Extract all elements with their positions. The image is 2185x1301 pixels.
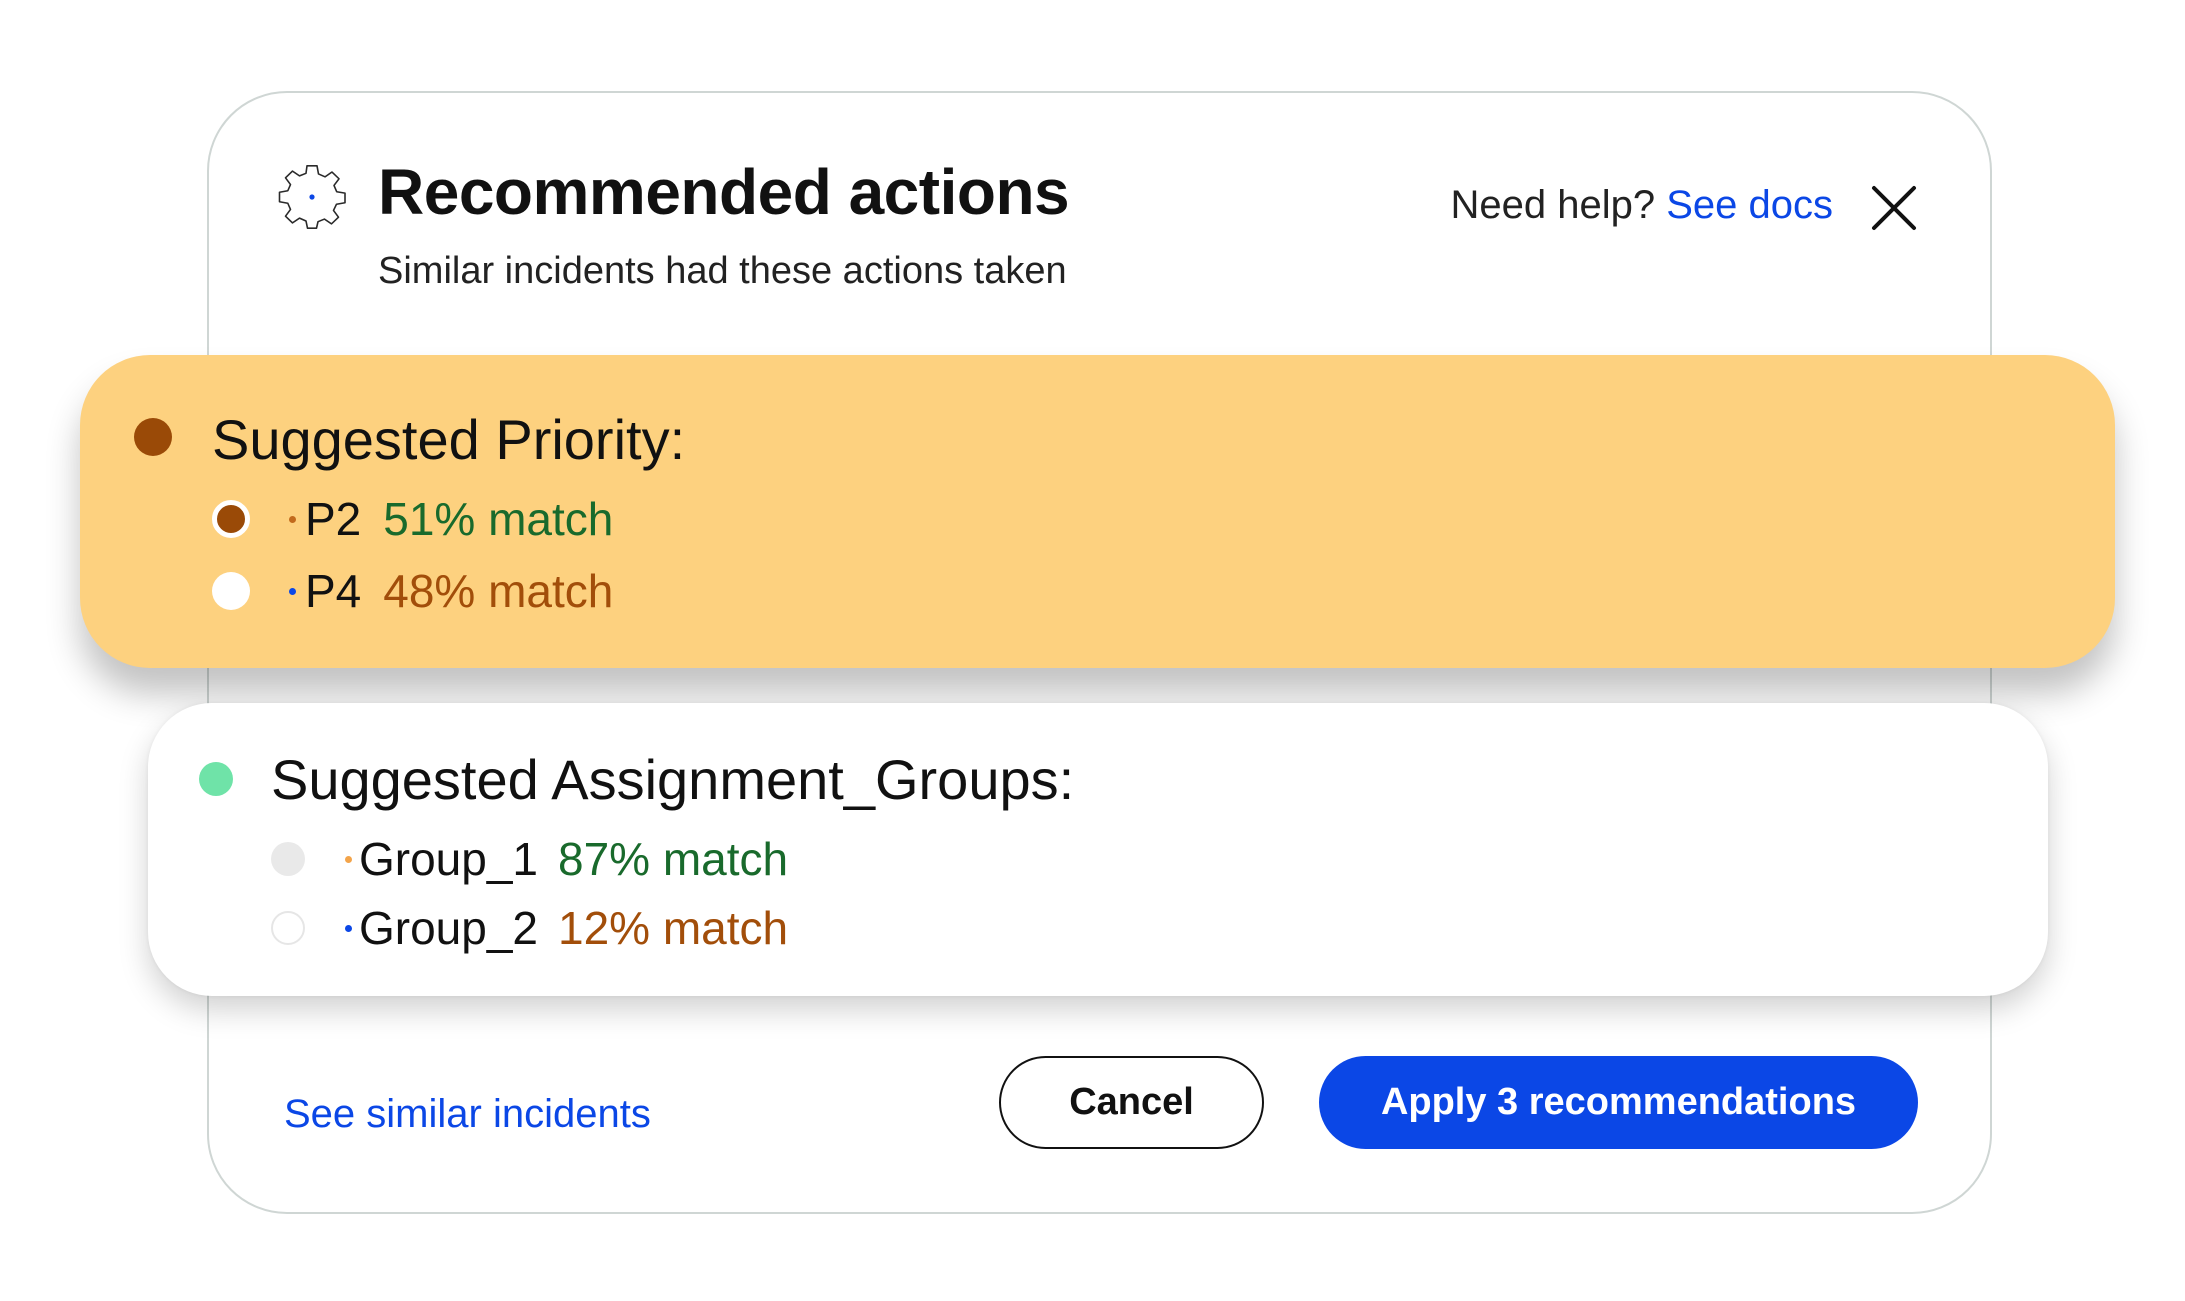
suggested-priority-card: Suggested Priority: P2 51% match P4 48% … (80, 355, 2115, 668)
radio-p4[interactable] (212, 572, 250, 610)
priority-status-dot (134, 418, 172, 456)
see-similar-incidents-link[interactable]: See similar incidents (284, 1092, 651, 1137)
assignment-option-group-2[interactable]: Group_2 12% match (271, 898, 788, 958)
gear-icon (278, 165, 346, 229)
priority-bullet-p4 (289, 587, 296, 595)
radio-group-1[interactable] (271, 842, 305, 876)
suggested-assignment-groups-title: Suggested Assignment_Groups: (271, 748, 1075, 811)
close-icon[interactable] (1869, 183, 1919, 233)
radio-p2-selected[interactable] (212, 500, 250, 538)
radio-group-2[interactable] (271, 911, 305, 945)
help-text: Need help? See docs (1450, 183, 1833, 228)
priority-option-label: P2 (305, 493, 362, 545)
group-option-label: Group_1 (359, 833, 539, 885)
suggested-priority-title: Suggested Priority: (212, 408, 686, 471)
group-bullet-1 (345, 855, 352, 863)
priority-option-p4[interactable]: P4 48% match (212, 561, 613, 621)
priority-option-label: P4 (305, 565, 362, 617)
group-option-label: Group_2 (359, 902, 539, 954)
match-percentage: 87% match (558, 833, 789, 885)
priority-option-p2[interactable]: P2 51% match (212, 489, 613, 549)
see-docs-link[interactable]: See docs (1666, 183, 1833, 227)
priority-bullet-p2 (289, 515, 296, 523)
match-percentage: 12% match (558, 902, 789, 954)
cancel-button[interactable]: Cancel (999, 1056, 1264, 1149)
suggested-assignment-groups-card: Suggested Assignment_Groups: Group_1 87%… (148, 703, 2048, 996)
dialog-title: Recommended actions (378, 156, 1070, 228)
help-prefix: Need help? (1450, 183, 1667, 227)
dialog-subtitle: Similar incidents had these actions take… (378, 250, 1067, 292)
assignment-option-group-1[interactable]: Group_1 87% match (271, 829, 788, 889)
group-bullet-2 (345, 924, 352, 932)
match-percentage: 48% match (383, 565, 614, 617)
apply-recommendations-button[interactable]: Apply 3 recommendations (1319, 1056, 1918, 1149)
match-percentage: 51% match (383, 493, 614, 545)
assignment-groups-status-dot (199, 762, 233, 796)
